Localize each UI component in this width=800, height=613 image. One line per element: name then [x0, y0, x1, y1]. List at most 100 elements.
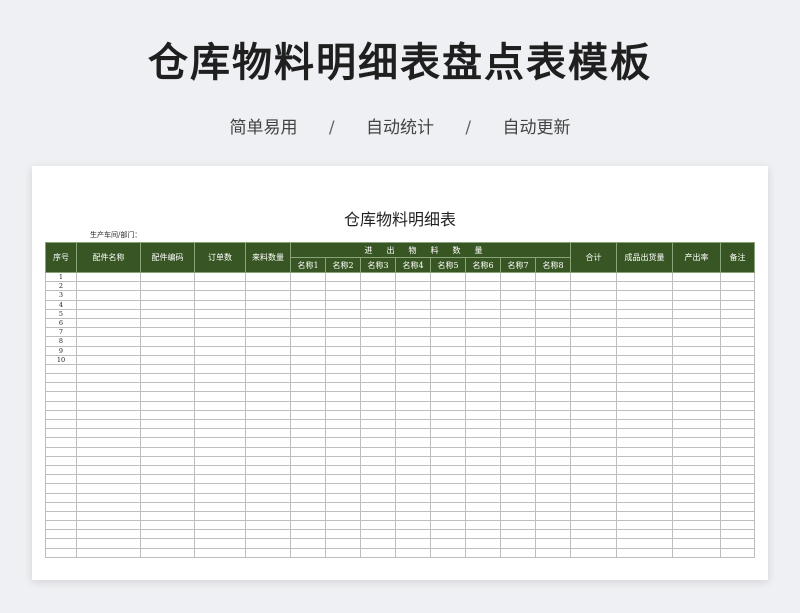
table-cell[interactable]: [500, 529, 536, 540]
table-cell[interactable]: [570, 363, 617, 375]
table-cell[interactable]: [465, 281, 501, 292]
table-cell[interactable]: [76, 501, 141, 512]
table-cell[interactable]: [290, 317, 326, 329]
table-cell[interactable]: [430, 382, 466, 393]
table-cell[interactable]: [465, 327, 501, 338]
table-cell[interactable]: [720, 354, 755, 365]
table-cell[interactable]: [720, 538, 755, 549]
table-cell[interactable]: [140, 373, 195, 384]
table-cell[interactable]: [76, 299, 141, 310]
table-cell[interactable]: [535, 290, 571, 301]
table-cell[interactable]: [245, 345, 291, 356]
table-cell[interactable]: [430, 483, 466, 494]
table-cell[interactable]: [245, 538, 291, 549]
table-cell[interactable]: [325, 363, 361, 375]
table-cell[interactable]: [140, 336, 195, 347]
table-cell[interactable]: [325, 317, 361, 329]
table-cell[interactable]: [395, 336, 431, 347]
table-cell[interactable]: [325, 446, 361, 457]
table-cell[interactable]: [465, 299, 501, 310]
row-number-cell[interactable]: 2: [45, 281, 77, 292]
table-cell[interactable]: [720, 271, 755, 283]
table-cell[interactable]: [360, 281, 396, 292]
table-cell[interactable]: [720, 418, 755, 430]
table-cell[interactable]: [535, 520, 571, 531]
table-cell[interactable]: [720, 455, 755, 466]
table-cell[interactable]: [140, 547, 195, 558]
table-cell[interactable]: [500, 382, 536, 393]
table-cell[interactable]: [194, 336, 246, 347]
table-cell[interactable]: [720, 501, 755, 512]
table-cell[interactable]: [465, 520, 501, 531]
table-cell[interactable]: [194, 308, 246, 319]
table-cell[interactable]: [360, 501, 396, 512]
table-cell[interactable]: [500, 418, 536, 430]
table-cell[interactable]: [672, 446, 721, 457]
table-cell[interactable]: [245, 400, 291, 411]
table-cell[interactable]: [245, 492, 291, 503]
table-cell[interactable]: [245, 464, 291, 476]
table-cell[interactable]: [430, 520, 466, 531]
table-cell[interactable]: [465, 400, 501, 411]
table-cell[interactable]: [616, 418, 673, 430]
table-cell[interactable]: [616, 327, 673, 338]
table-cell[interactable]: [325, 308, 361, 319]
table-cell[interactable]: [290, 547, 326, 558]
table-cell[interactable]: [140, 299, 195, 310]
table-cell[interactable]: [616, 382, 673, 393]
table-cell[interactable]: [720, 547, 755, 558]
table-cell[interactable]: [140, 538, 195, 549]
table-cell[interactable]: [500, 336, 536, 347]
table-cell[interactable]: [672, 418, 721, 430]
table-cell[interactable]: [672, 336, 721, 347]
table-cell[interactable]: [465, 547, 501, 558]
table-cell[interactable]: [535, 271, 571, 283]
table-cell[interactable]: [395, 391, 431, 402]
table-cell[interactable]: [535, 373, 571, 384]
table-cell[interactable]: [720, 308, 755, 319]
table-cell[interactable]: [194, 281, 246, 292]
row-number-cell[interactable]: [45, 363, 77, 375]
table-cell[interactable]: [76, 391, 141, 402]
table-cell[interactable]: [360, 391, 396, 402]
table-cell[interactable]: [535, 464, 571, 476]
table-cell[interactable]: [430, 391, 466, 402]
table-cell[interactable]: [395, 308, 431, 319]
table-cell[interactable]: [500, 391, 536, 402]
table-cell[interactable]: [535, 446, 571, 457]
table-cell[interactable]: [290, 363, 326, 375]
table-cell[interactable]: [194, 409, 246, 421]
table-cell[interactable]: [325, 400, 361, 411]
table-cell[interactable]: [245, 317, 291, 329]
table-cell[interactable]: [535, 363, 571, 375]
table-cell[interactable]: [616, 520, 673, 531]
row-number-cell[interactable]: [45, 538, 77, 549]
table-cell[interactable]: [500, 474, 536, 485]
table-cell[interactable]: [616, 492, 673, 503]
table-cell[interactable]: [430, 474, 466, 485]
table-cell[interactable]: [194, 317, 246, 329]
table-cell[interactable]: [672, 464, 721, 476]
table-cell[interactable]: [720, 437, 755, 448]
table-cell[interactable]: [465, 428, 501, 439]
table-cell[interactable]: [395, 290, 431, 301]
table-cell[interactable]: [465, 446, 501, 457]
table-cell[interactable]: [325, 483, 361, 494]
table-cell[interactable]: [570, 437, 617, 448]
table-cell[interactable]: [395, 492, 431, 503]
table-cell[interactable]: [616, 483, 673, 494]
table-cell[interactable]: [290, 391, 326, 402]
row-number-cell[interactable]: [45, 418, 77, 430]
table-cell[interactable]: [140, 501, 195, 512]
table-cell[interactable]: [325, 428, 361, 439]
table-cell[interactable]: [395, 271, 431, 283]
table-cell[interactable]: [245, 327, 291, 338]
table-cell[interactable]: [430, 510, 466, 522]
table-cell[interactable]: [570, 308, 617, 319]
table-cell[interactable]: [194, 483, 246, 494]
table-cell[interactable]: [570, 299, 617, 310]
table-cell[interactable]: [360, 483, 396, 494]
table-cell[interactable]: [194, 446, 246, 457]
table-cell[interactable]: [360, 317, 396, 329]
table-cell[interactable]: [76, 418, 141, 430]
